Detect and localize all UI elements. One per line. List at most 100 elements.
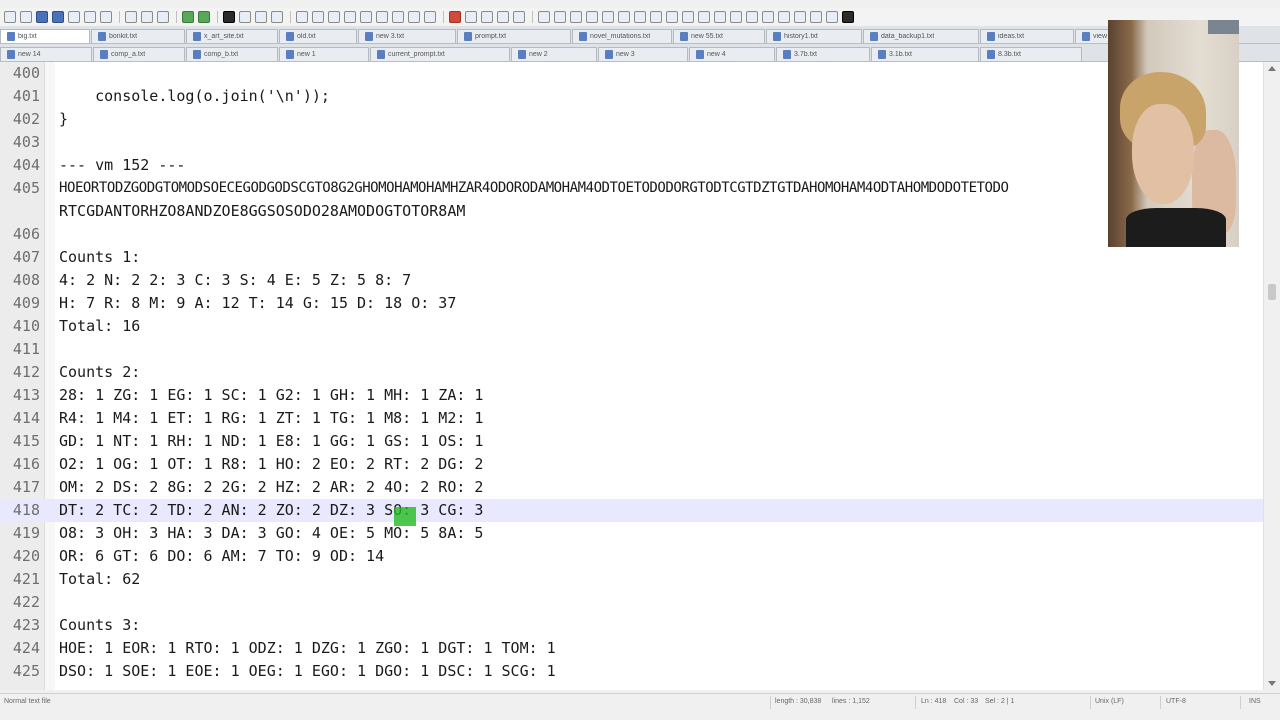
- plugin-icon[interactable]: [618, 11, 630, 23]
- editor-line[interactable]: 415 GD: 1 NT: 1 RH: 1 ND: 1 E8: 1 GG: 1 G…: [0, 430, 1264, 453]
- file-tab[interactable]: comp_a.txt: [93, 47, 185, 61]
- file-tab[interactable]: new 55.txt: [673, 29, 765, 43]
- run-macro-multiple-icon[interactable]: [497, 11, 509, 23]
- plugin-icon[interactable]: [842, 11, 854, 23]
- editor-line[interactable]: 414 R4: 1 M4: 1 ET: 1 RG: 1 ZT: 1 TG: 1 M…: [0, 407, 1264, 430]
- editor-line[interactable]: 422: [0, 591, 1264, 614]
- code-text[interactable]: --- vm 152 ---: [59, 154, 185, 177]
- sync-horizontal-icon[interactable]: [312, 11, 324, 23]
- file-tab[interactable]: data_backup1.txt: [863, 29, 979, 43]
- editor-line[interactable]: 409 H: 7 R: 8 M: 9 A: 12 T: 14 G: 15 D: 1…: [0, 292, 1264, 315]
- scroll-down-arrow-icon[interactable]: [1268, 681, 1276, 686]
- code-text[interactable]: O2: 1 OG: 1 OT: 1 R8: 1 HO: 2 EO: 2 RT: …: [59, 453, 483, 476]
- file-tab[interactable]: ideas.txt: [980, 29, 1074, 43]
- code-text[interactable]: O8: 3 OH: 3 HA: 3 DA: 3 GO: 4 OE: 5 MO: …: [59, 522, 483, 545]
- plugin-icon[interactable]: [810, 11, 822, 23]
- code-text[interactable]: 28: 1 ZG: 1 EG: 1 SC: 1 G2: 1 GH: 1 MH: …: [59, 384, 483, 407]
- file-tab[interactable]: history1.txt: [766, 29, 862, 43]
- show-all-chars-icon[interactable]: [344, 11, 356, 23]
- sync-vertical-icon[interactable]: [296, 11, 308, 23]
- zoom-in-icon[interactable]: [255, 11, 267, 23]
- editor-line[interactable]: 404 --- vm 152 ---: [0, 154, 1264, 177]
- text-area[interactable]: 400 401 console.log(o.join('\n')); 402} 403…: [0, 62, 1264, 690]
- file-tab[interactable]: new 3: [598, 47, 688, 61]
- editor-line[interactable]: 411: [0, 338, 1264, 361]
- plugin-icon[interactable]: [602, 11, 614, 23]
- zoom-out-icon[interactable]: [271, 11, 283, 23]
- file-tab[interactable]: current_prompt.txt: [370, 47, 510, 61]
- editor-line[interactable]: 419 O8: 3 OH: 3 HA: 3 DA: 3 GO: 4 OE: 5 M…: [0, 522, 1264, 545]
- editor-line[interactable]: 402}: [0, 108, 1264, 131]
- editor-line[interactable]: 400: [0, 62, 1264, 85]
- file-tab[interactable]: new 1: [279, 47, 369, 61]
- file-tab[interactable]: new 2: [511, 47, 597, 61]
- code-text[interactable]: DSO: 1 SOE: 1 EOE: 1 OEG: 1 EGO: 1 DGO: …: [59, 660, 556, 683]
- code-text[interactable]: Counts 1:: [59, 246, 140, 269]
- paste-icon[interactable]: [157, 11, 169, 23]
- file-tab[interactable]: novel_mutations.txt: [572, 29, 672, 43]
- plugin-icon[interactable]: [666, 11, 678, 23]
- print-icon[interactable]: [100, 11, 112, 23]
- file-tab[interactable]: big.txt: [0, 29, 90, 43]
- code-text[interactable]: }: [59, 108, 68, 131]
- record-macro-icon[interactable]: [449, 11, 461, 23]
- doc-map-icon[interactable]: [376, 11, 388, 23]
- file-tab[interactable]: comp_b.txt: [186, 47, 278, 61]
- cut-icon[interactable]: [125, 11, 137, 23]
- save-all-icon[interactable]: [52, 11, 64, 23]
- editor-line[interactable]: 401 console.log(o.join('\n'));: [0, 85, 1264, 108]
- editor-line[interactable]: 410 Total: 16: [0, 315, 1264, 338]
- file-tab[interactable]: new 14: [0, 47, 92, 61]
- plugin-icon[interactable]: [538, 11, 550, 23]
- code-text[interactable]: HOE: 1 EOR: 1 RTO: 1 ODZ: 1 DZG: 1 ZGO: …: [59, 637, 556, 660]
- plugin-icon[interactable]: [634, 11, 646, 23]
- file-tab[interactable]: new 4: [689, 47, 775, 61]
- scrollbar-thumb[interactable]: [1268, 284, 1276, 300]
- plugin-icon[interactable]: [586, 11, 598, 23]
- editor-line[interactable]: 423 Counts 3:: [0, 614, 1264, 637]
- plugin-icon[interactable]: [698, 11, 710, 23]
- plugin-icon[interactable]: [762, 11, 774, 23]
- plugin-icon[interactable]: [650, 11, 662, 23]
- plugin-icon[interactable]: [714, 11, 726, 23]
- code-text[interactable]: Counts 2:: [59, 361, 140, 384]
- editor-line[interactable]: 425 DSO: 1 SOE: 1 EOE: 1 OEG: 1 EGO: 1 DG…: [0, 660, 1264, 683]
- file-tab[interactable]: new 3.txt: [358, 29, 456, 43]
- editor-line[interactable]: 416 O2: 1 OG: 1 OT: 1 R8: 1 HO: 2 EO: 2 R…: [0, 453, 1264, 476]
- close-all-icon[interactable]: [84, 11, 96, 23]
- plugin-icon[interactable]: [826, 11, 838, 23]
- folder-workspace-icon[interactable]: [408, 11, 420, 23]
- function-list-icon[interactable]: [392, 11, 404, 23]
- redo-icon[interactable]: [198, 11, 210, 23]
- word-wrap-icon[interactable]: [328, 11, 340, 23]
- code-text[interactable]: console.log(o.join('\n'));: [59, 85, 330, 108]
- file-tab[interactable]: 8.3b.txt: [980, 47, 1082, 61]
- save-macro-icon[interactable]: [513, 11, 525, 23]
- plugin-icon[interactable]: [794, 11, 806, 23]
- undo-icon[interactable]: [182, 11, 194, 23]
- editor-line[interactable]: 418 DT: 2 TC: 2 TD: 2 AN: 2 ZO: 2 DZ: 3 S…: [0, 499, 1264, 522]
- editor-pane[interactable]: 400 401 console.log(o.join('\n')); 402} 403…: [0, 62, 1280, 690]
- file-tab[interactable]: prompt.txt: [457, 29, 571, 43]
- code-text[interactable]: HOEORTODZGODGTOMODSOECEGODGODSCGTO8G2GHO…: [59, 177, 1009, 200]
- plugin-icon[interactable]: [682, 11, 694, 23]
- code-text[interactable]: Total: 62: [59, 568, 140, 591]
- code-text[interactable]: 4: 2 N: 2 2: 3 C: 3 S: 4 E: 5 Z: 5 8: 7: [59, 269, 411, 292]
- code-text[interactable]: Total: 16: [59, 315, 140, 338]
- editor-line[interactable]: 412 Counts 2:: [0, 361, 1264, 384]
- find-icon[interactable]: [223, 11, 235, 23]
- file-tab[interactable]: x_art_site.txt: [186, 29, 278, 43]
- plugin-icon[interactable]: [778, 11, 790, 23]
- code-text[interactable]: DT: 2 TC: 2 TD: 2 AN: 2 ZO: 2 DZ: 3 SO: …: [59, 499, 483, 522]
- code-text[interactable]: OR: 6 GT: 6 DO: 6 AM: 7 TO: 9 OD: 14: [59, 545, 384, 568]
- editor-line[interactable]: 403: [0, 131, 1264, 154]
- replace-icon[interactable]: [239, 11, 251, 23]
- open-file-icon[interactable]: [20, 11, 32, 23]
- close-file-icon[interactable]: [68, 11, 80, 23]
- editor-line[interactable]: RTCGDANTORHZO8ANDZOE8GGSOSODO28AMODOGTOT…: [0, 200, 1264, 223]
- vertical-scrollbar[interactable]: [1263, 62, 1280, 690]
- code-text[interactable]: Counts 3:: [59, 614, 140, 637]
- copy-icon[interactable]: [141, 11, 153, 23]
- editor-line[interactable]: 420 OR: 6 GT: 6 DO: 6 AM: 7 TO: 9 OD: 14: [0, 545, 1264, 568]
- editor-line[interactable]: 407 Counts 1:: [0, 246, 1264, 269]
